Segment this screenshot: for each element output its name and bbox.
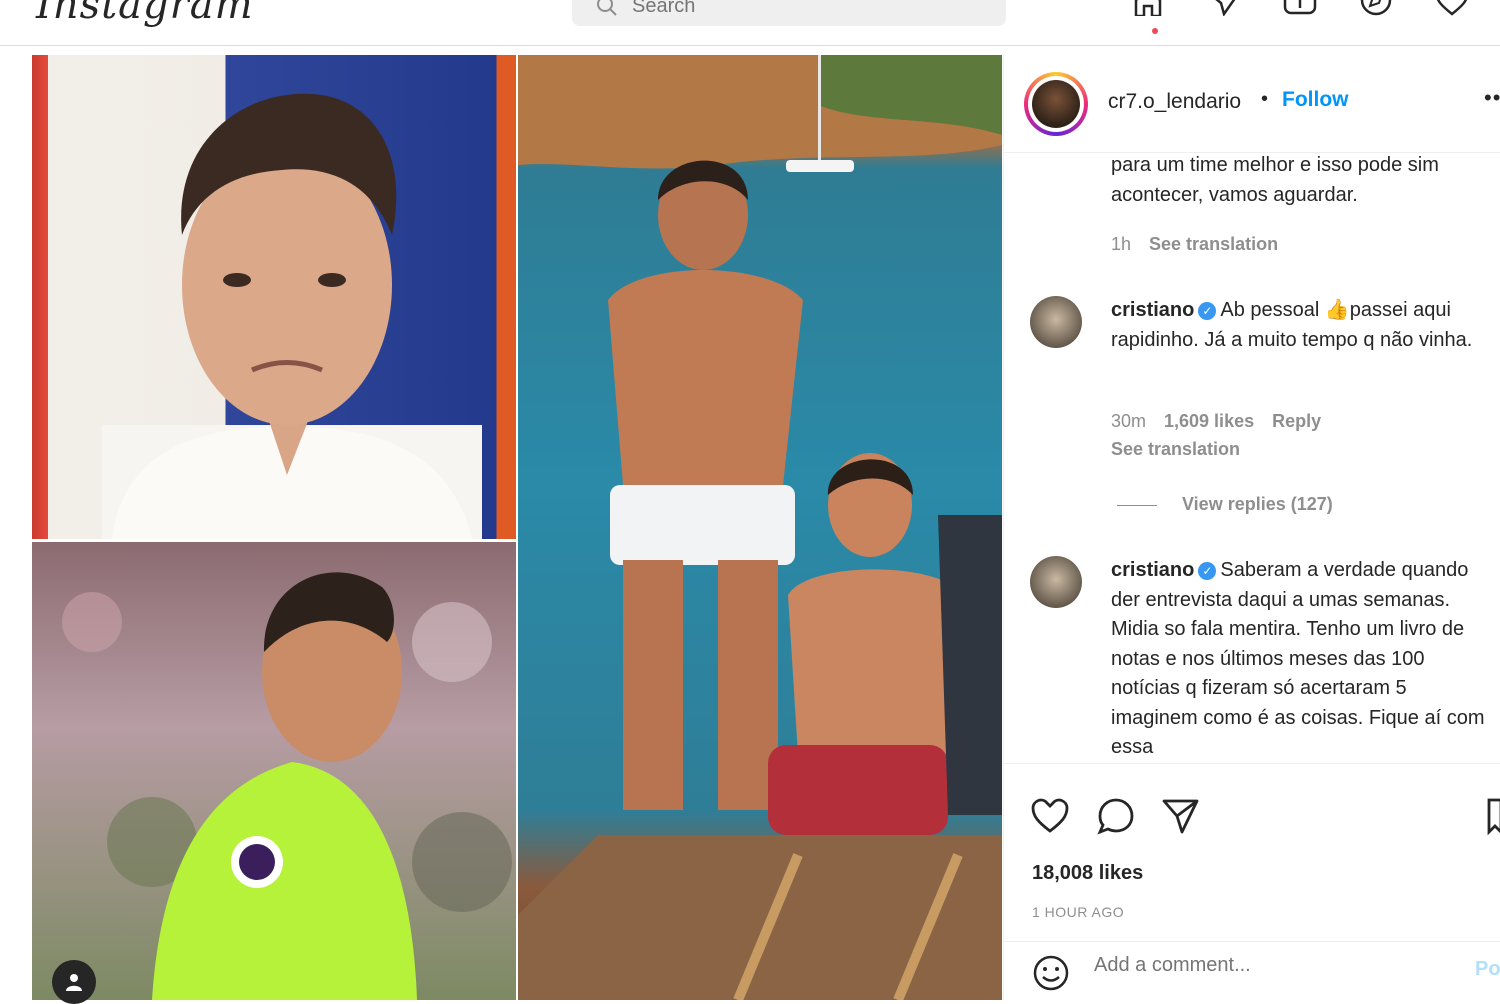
author-username[interactable]: cr7.o_lendario: [1108, 90, 1241, 114]
comment-input[interactable]: [1094, 954, 1394, 977]
save-bookmark-icon[interactable]: [1486, 796, 1500, 836]
author-avatar[interactable]: [1024, 72, 1088, 136]
header-separator: •: [1261, 88, 1269, 110]
home-icon[interactable]: [1130, 0, 1166, 16]
post-header: cr7.o_lendario • Follow ••: [1004, 55, 1500, 153]
explore-icon[interactable]: [1358, 0, 1394, 16]
replies-divider: [1117, 505, 1157, 506]
verified-badge-icon: ✓: [1198, 562, 1217, 580]
see-translation-row: See translation: [1111, 439, 1240, 460]
post-timestamp: 1 HOUR AGO: [1032, 904, 1125, 920]
comment-meta: 1h See translation: [1111, 234, 1278, 255]
view-replies-button[interactable]: View replies (127): [1182, 494, 1333, 515]
reply-button[interactable]: Reply: [1272, 411, 1321, 431]
new-post-icon[interactable]: [1282, 0, 1318, 16]
commenter-avatar[interactable]: [1030, 556, 1082, 608]
more-options-button[interactable]: ••: [1484, 85, 1500, 111]
emoji-icon[interactable]: [1032, 954, 1070, 992]
post-media[interactable]: [32, 55, 1002, 1004]
comment-icon[interactable]: [1096, 796, 1136, 836]
photo-man-portrait: [32, 55, 516, 539]
post-comment-button[interactable]: Po: [1475, 958, 1500, 981]
heart-icon[interactable]: [1434, 0, 1470, 16]
boat-illustration: [518, 55, 1002, 1000]
portrait-illustration: [102, 93, 482, 539]
user-icon: [66, 974, 82, 991]
direct-message-icon[interactable]: [1206, 0, 1242, 16]
comment-text: Saberam a verdade quando der entrevista …: [1111, 559, 1485, 758]
comment-meta: 30m 1,609 likes Reply: [1111, 411, 1321, 432]
see-translation-link[interactable]: See translation: [1149, 234, 1278, 254]
commenter-username[interactable]: cristiano: [1111, 299, 1194, 321]
top-nav-bar: Instagram: [0, 0, 1500, 46]
post-side-panel: cr7.o_lendario • Follow •• para um time …: [1003, 55, 1500, 1000]
search-icon: [597, 0, 617, 16]
comments-list[interactable]: para um time melhor e isso pode sim acon…: [1004, 154, 1500, 762]
comment-body: cristiano ✓ Saberam a verdade quando der e…: [1111, 556, 1491, 762]
nav-icons: [1130, 0, 1470, 16]
see-translation-link[interactable]: See translation: [1111, 439, 1240, 459]
post-likes-count[interactable]: 18,008 likes: [1032, 862, 1143, 885]
comment-likes[interactable]: 1,609 likes: [1164, 411, 1254, 431]
add-comment-bar: Po: [1004, 941, 1500, 1000]
commenter-username[interactable]: cristiano: [1111, 559, 1194, 581]
comment-time: 30m: [1111, 411, 1147, 431]
search-input[interactable]: [632, 0, 932, 18]
photo-player-green-kit: [32, 542, 516, 1000]
like-heart-icon[interactable]: [1030, 796, 1070, 836]
share-icon[interactable]: [1160, 796, 1200, 836]
tagged-users-button[interactable]: [52, 960, 96, 1004]
commenter-avatar[interactable]: [1030, 296, 1082, 348]
verified-badge-icon: ✓: [1198, 302, 1217, 320]
search-box[interactable]: [572, 0, 1006, 26]
comment-body: cristiano ✓ Ab pessoal 👍passei aqui rapidi…: [1111, 296, 1491, 355]
follow-button[interactable]: Follow: [1282, 88, 1349, 112]
post-actions: 18,008 likes 1 HOUR AGO: [1004, 763, 1500, 941]
instagram-logo[interactable]: Instagram: [36, 0, 254, 28]
player-illustration: [62, 572, 512, 1000]
photo-boat-sea: [518, 55, 1002, 1000]
comment-text: para um time melhor e isso pode sim acon…: [1111, 154, 1439, 206]
notification-dot: [1152, 28, 1158, 34]
comment-time: 1h: [1111, 234, 1132, 254]
